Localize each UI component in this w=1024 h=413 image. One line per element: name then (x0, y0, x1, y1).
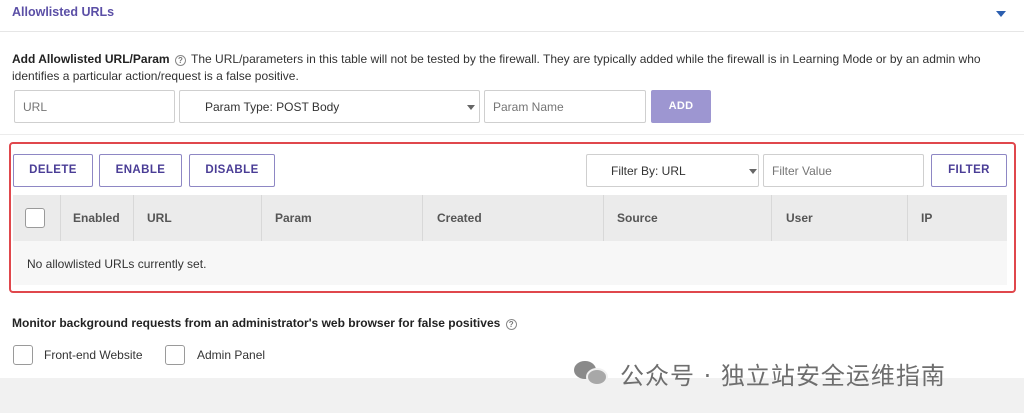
column-header-user[interactable]: User (786, 195, 813, 241)
filter-by-select[interactable]: Filter By: URL (586, 154, 759, 187)
front-end-website-label[interactable]: Front-end Website (44, 348, 143, 362)
filter-value-input[interactable] (763, 154, 924, 187)
help-icon[interactable]: ? (174, 55, 186, 66)
dropdown-arrow-icon (467, 105, 475, 110)
column-header-param[interactable]: Param (275, 195, 312, 241)
column-divider (422, 195, 423, 241)
dropdown-arrow-icon (749, 169, 757, 174)
watermark: 公众号 · 独立站安全运维指南 (574, 356, 946, 390)
watermark-text: 公众号 · 独立站安全运维指南 (620, 361, 946, 390)
help-icon[interactable]: ? (505, 319, 517, 330)
filter-button[interactable]: FILTER (931, 154, 1007, 187)
column-divider (603, 195, 604, 241)
column-header-enabled[interactable]: Enabled (73, 195, 120, 241)
disable-button[interactable]: DISABLE (189, 154, 275, 187)
select-all-checkbox[interactable] (25, 208, 45, 228)
admin-panel-label[interactable]: Admin Panel (197, 348, 265, 362)
column-header-source[interactable]: Source (617, 195, 658, 241)
table-body: No allowlisted URLs currently set. (13, 241, 1007, 285)
table-header: Enabled URL Param Created Source User IP (13, 195, 1007, 241)
add-button[interactable]: ADD (651, 90, 711, 123)
collapse-caret-icon[interactable] (996, 11, 1006, 17)
admin-panel-checkbox[interactable] (165, 345, 185, 365)
column-divider (261, 195, 262, 241)
section-header[interactable]: Allowlisted URLs (0, 0, 1024, 32)
add-form-title: Add Allowlisted URL/Param (12, 52, 170, 66)
column-divider (133, 195, 134, 241)
param-name-input[interactable] (484, 90, 646, 123)
url-input[interactable] (14, 90, 175, 123)
column-divider (771, 195, 772, 241)
column-header-url[interactable]: URL (147, 195, 172, 241)
column-header-created[interactable]: Created (437, 195, 482, 241)
add-form-description-block: Add Allowlisted URL/Param ? The URL/para… (12, 51, 1012, 85)
section-title: Allowlisted URLs (12, 5, 115, 19)
param-type-value: Param Type: POST Body (205, 100, 340, 114)
monitor-title-text: Monitor background requests from an admi… (12, 316, 501, 330)
column-divider (907, 195, 908, 241)
divider (0, 134, 1024, 135)
wechat-icon (574, 359, 610, 387)
delete-button[interactable]: DELETE (13, 154, 93, 187)
column-divider (60, 195, 61, 241)
enable-button[interactable]: ENABLE (99, 154, 182, 187)
filter-by-value: Filter By: URL (611, 164, 686, 178)
column-header-ip[interactable]: IP (921, 195, 932, 241)
front-end-website-checkbox[interactable] (13, 345, 33, 365)
monitor-section-title: Monitor background requests from an admi… (12, 316, 519, 330)
param-type-select[interactable]: Param Type: POST Body (179, 90, 480, 123)
empty-table-message: No allowlisted URLs currently set. (27, 257, 207, 271)
